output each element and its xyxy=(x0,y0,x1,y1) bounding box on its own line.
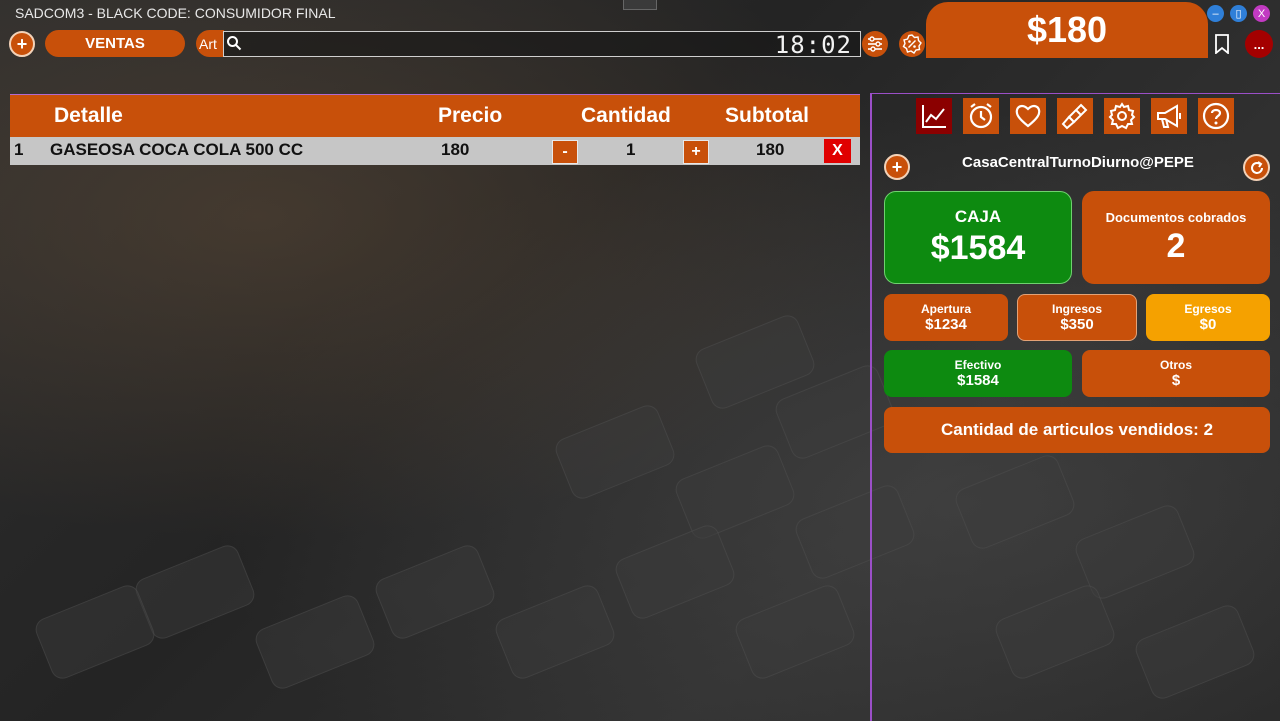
apertura-card: Apertura $1234 xyxy=(884,294,1008,341)
announcements-button[interactable] xyxy=(1151,98,1187,134)
row-index: 1 xyxy=(14,140,24,159)
items-sold-label: Cantidad de articulos vendidos: 2 xyxy=(940,420,1214,439)
total-amount-display: $180 xyxy=(926,2,1208,58)
stats-button[interactable] xyxy=(916,98,952,134)
table-row[interactable]: 1 GASEOSA COCA COLA 500 CC 180 - 1 + 180… xyxy=(10,137,860,165)
plus-icon: + xyxy=(16,34,28,54)
window-title: SADCOM3 - BLACK CODE: CONSUMIDOR FINAL xyxy=(15,5,336,21)
brush-icon xyxy=(1061,103,1088,130)
row-subtotal: 180 xyxy=(756,140,785,159)
egresos-card: Egresos $0 xyxy=(1146,294,1270,341)
plus-icon: + xyxy=(691,143,701,160)
minus-icon: - xyxy=(562,143,568,160)
alarm-icon xyxy=(969,103,993,129)
article-mode-button[interactable]: Art xyxy=(196,30,224,57)
row-quantity: 1 xyxy=(626,140,636,159)
refresh-icon xyxy=(1250,160,1263,174)
egresos-value: $0 xyxy=(1199,316,1217,333)
close-window-button[interactable]: X xyxy=(1253,5,1270,22)
tools-button[interactable] xyxy=(1057,98,1093,134)
ingresos-card: Ingresos $350 xyxy=(1017,294,1137,341)
ingresos-label: Ingresos xyxy=(1051,302,1102,316)
decrease-quantity-button[interactable]: - xyxy=(552,140,578,164)
favorites-button[interactable] xyxy=(1010,98,1046,134)
refresh-button[interactable] xyxy=(1243,154,1270,181)
efectivo-label: Efectivo xyxy=(954,358,1002,372)
search-input[interactable] xyxy=(244,32,784,56)
increase-quantity-button[interactable]: + xyxy=(683,140,709,164)
otros-value: $ xyxy=(1171,372,1181,389)
session-row: + CasaCentralTurnoDiurno@PEPE xyxy=(884,152,1272,182)
column-header-detalle: Detalle xyxy=(54,104,123,127)
settings-button[interactable] xyxy=(1104,98,1140,134)
caja-label: CAJA xyxy=(954,207,1002,226)
ingresos-value: $350 xyxy=(1060,316,1094,333)
documentos-value: 2 xyxy=(1166,226,1186,265)
megaphone-icon xyxy=(1157,104,1181,128)
column-header-subtotal: Subtotal xyxy=(725,104,809,127)
documentos-label: Documentos cobrados xyxy=(1105,209,1247,225)
article-mode-label: Art xyxy=(199,35,217,52)
search-bar: 18:02 xyxy=(223,31,861,59)
table-header: Detalle Precio Cantidad Subtotal xyxy=(10,95,860,137)
help-button[interactable] xyxy=(1198,98,1234,134)
minimize-icon: – xyxy=(1212,7,1219,20)
egresos-label: Egresos xyxy=(1184,302,1232,316)
maximize-icon: ▯ xyxy=(1235,8,1242,20)
percent-badge-icon xyxy=(902,34,922,54)
search-icon xyxy=(227,36,242,51)
otros-label: Otros xyxy=(1159,358,1192,372)
session-name: CasaCentralTurnoDiurno@PEPE xyxy=(962,154,1194,171)
sales-table: Detalle Precio Cantidad Subtotal 1 GASEO… xyxy=(10,94,860,165)
row-detail: GASEOSA COCA COLA 500 CC xyxy=(50,140,304,159)
tab-ventas-label: VENTAS xyxy=(85,35,145,52)
column-header-precio: Precio xyxy=(438,104,503,127)
documentos-card: Documentos cobrados 2 xyxy=(1082,191,1270,284)
sliders-icon xyxy=(868,36,882,52)
heart-icon xyxy=(1015,104,1041,128)
bookmark-icon xyxy=(1215,34,1229,54)
caja-value: $1584 xyxy=(930,229,1026,267)
items-sold-card: Cantidad de articulos vendidos: 2 xyxy=(884,407,1270,453)
add-button[interactable]: + xyxy=(9,31,35,57)
delete-icon: X xyxy=(832,142,843,159)
more-options-button[interactable]: ... xyxy=(1245,30,1273,58)
more-options-label: ... xyxy=(1253,36,1265,52)
efectivo-value: $1584 xyxy=(957,372,999,389)
column-header-cantidad: Cantidad xyxy=(581,104,671,127)
clock-display: 18:02 xyxy=(774,31,852,59)
tab-ventas[interactable]: VENTAS xyxy=(45,30,185,57)
minimize-button[interactable]: – xyxy=(1207,5,1224,22)
total-amount: $180 xyxy=(1026,9,1108,50)
otros-card: Otros $ xyxy=(1082,350,1270,397)
caja-card: CAJA $1584 xyxy=(884,191,1072,284)
row-price: 180 xyxy=(441,140,470,159)
delete-row-button[interactable]: X xyxy=(824,139,851,163)
window-grip[interactable] xyxy=(623,0,657,10)
close-icon: X xyxy=(1257,7,1266,20)
gear-icon xyxy=(1108,102,1136,130)
cash-summary-panel: + CasaCentralTurnoDiurno@PEPE CAJA $1584… xyxy=(870,93,1280,721)
apertura-value: $1234 xyxy=(925,316,967,333)
efectivo-card: Efectivo $1584 xyxy=(884,350,1072,397)
alarm-button[interactable] xyxy=(963,98,999,134)
maximize-button[interactable]: ▯ xyxy=(1230,5,1247,22)
apertura-label: Apertura xyxy=(920,302,971,316)
discount-button[interactable] xyxy=(899,31,925,57)
chart-icon xyxy=(922,105,946,128)
bookmark-button[interactable] xyxy=(1210,31,1234,57)
filters-button[interactable] xyxy=(862,31,888,57)
help-icon xyxy=(1202,102,1230,130)
